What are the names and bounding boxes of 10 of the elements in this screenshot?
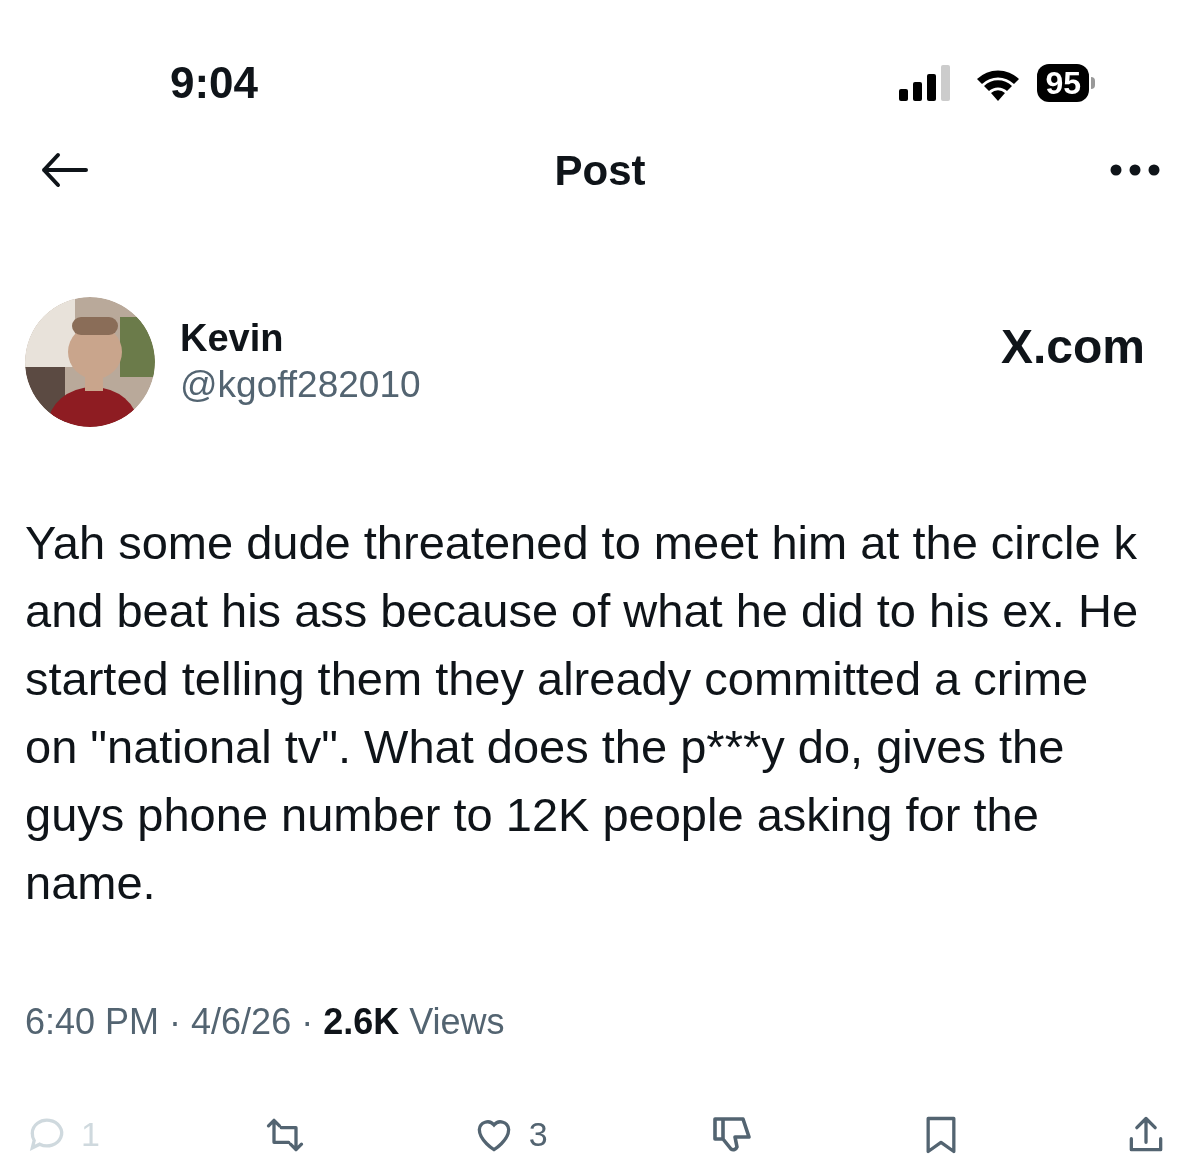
back-arrow-icon[interactable] <box>40 152 90 188</box>
source-label: X.com <box>1000 319 1145 375</box>
author-name[interactable]: Kevin <box>180 315 421 361</box>
page-title: Post <box>554 145 646 196</box>
action-count: 3 <box>528 1114 548 1155</box>
more-icon[interactable] <box>1110 164 1160 176</box>
post-meta: 6:40 PM · 4/6/26 · 2.6K Views <box>24 1000 506 1044</box>
clock-time: 9:04 <box>170 56 259 109</box>
post-text: Yah some dude threatened to meet him at the circle k and beat his ass because of what he did to his ex. He started telling them they already committed a crime on "national tv". What does the p***y do, gives the guys phone number to 12K people asking for the name. <box>24 515 1140 911</box>
author-handle[interactable]: @kgoff282010 <box>180 361 421 409</box>
